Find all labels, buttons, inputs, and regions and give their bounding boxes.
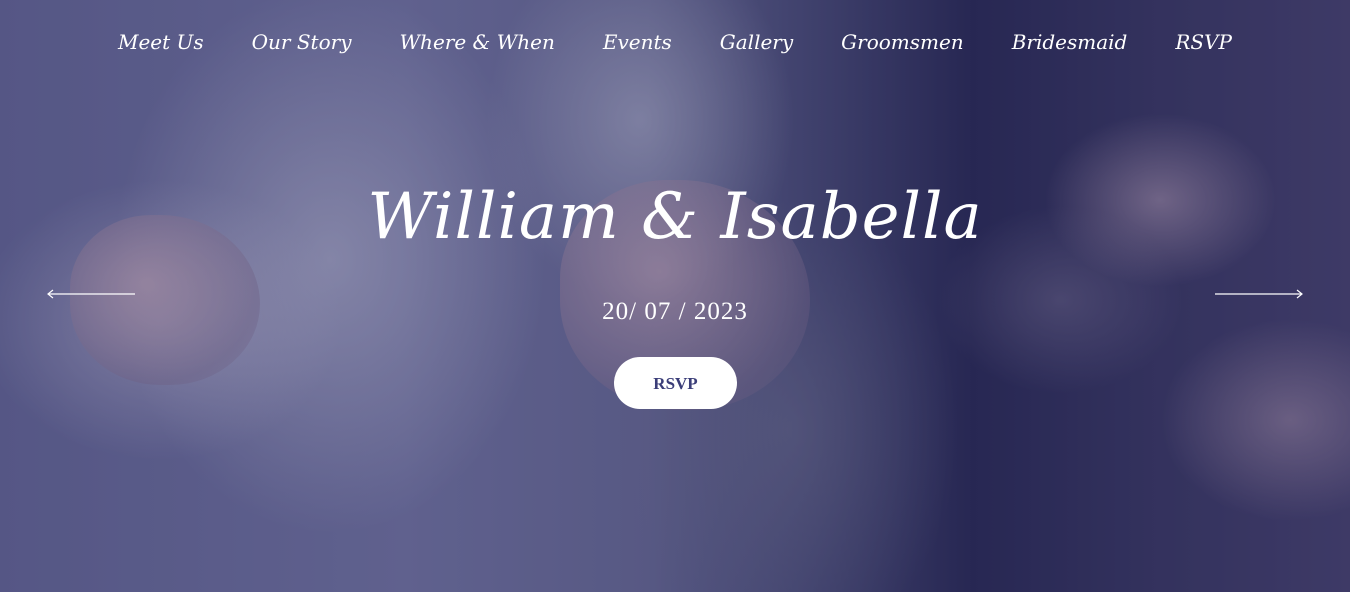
nav-item-groomsmen[interactable]: Groomsmen bbox=[817, 26, 988, 58]
main-nav: Meet Us Our Story Where & When Events Ga… bbox=[0, 26, 1350, 58]
nav-item-rsvp[interactable]: RSVP bbox=[1151, 26, 1256, 58]
rsvp-button[interactable]: RSVP bbox=[614, 357, 737, 409]
nav-item-gallery[interactable]: Gallery bbox=[696, 26, 817, 58]
nav-item-bridesmaid[interactable]: Bridesmaid bbox=[988, 26, 1152, 58]
nav-item-events[interactable]: Events bbox=[579, 26, 696, 58]
wedding-date: 20/ 07 / 2023 bbox=[602, 298, 748, 325]
hero-overlay bbox=[0, 0, 1350, 592]
nav-item-where-when[interactable]: Where & When bbox=[376, 26, 579, 58]
nav-item-our-story[interactable]: Our Story bbox=[228, 26, 376, 58]
couple-names-title: William & Isabella bbox=[367, 180, 983, 254]
nav-item-meet-us[interactable]: Meet Us bbox=[94, 26, 228, 58]
hero-section: Meet Us Our Story Where & When Events Ga… bbox=[0, 0, 1350, 592]
